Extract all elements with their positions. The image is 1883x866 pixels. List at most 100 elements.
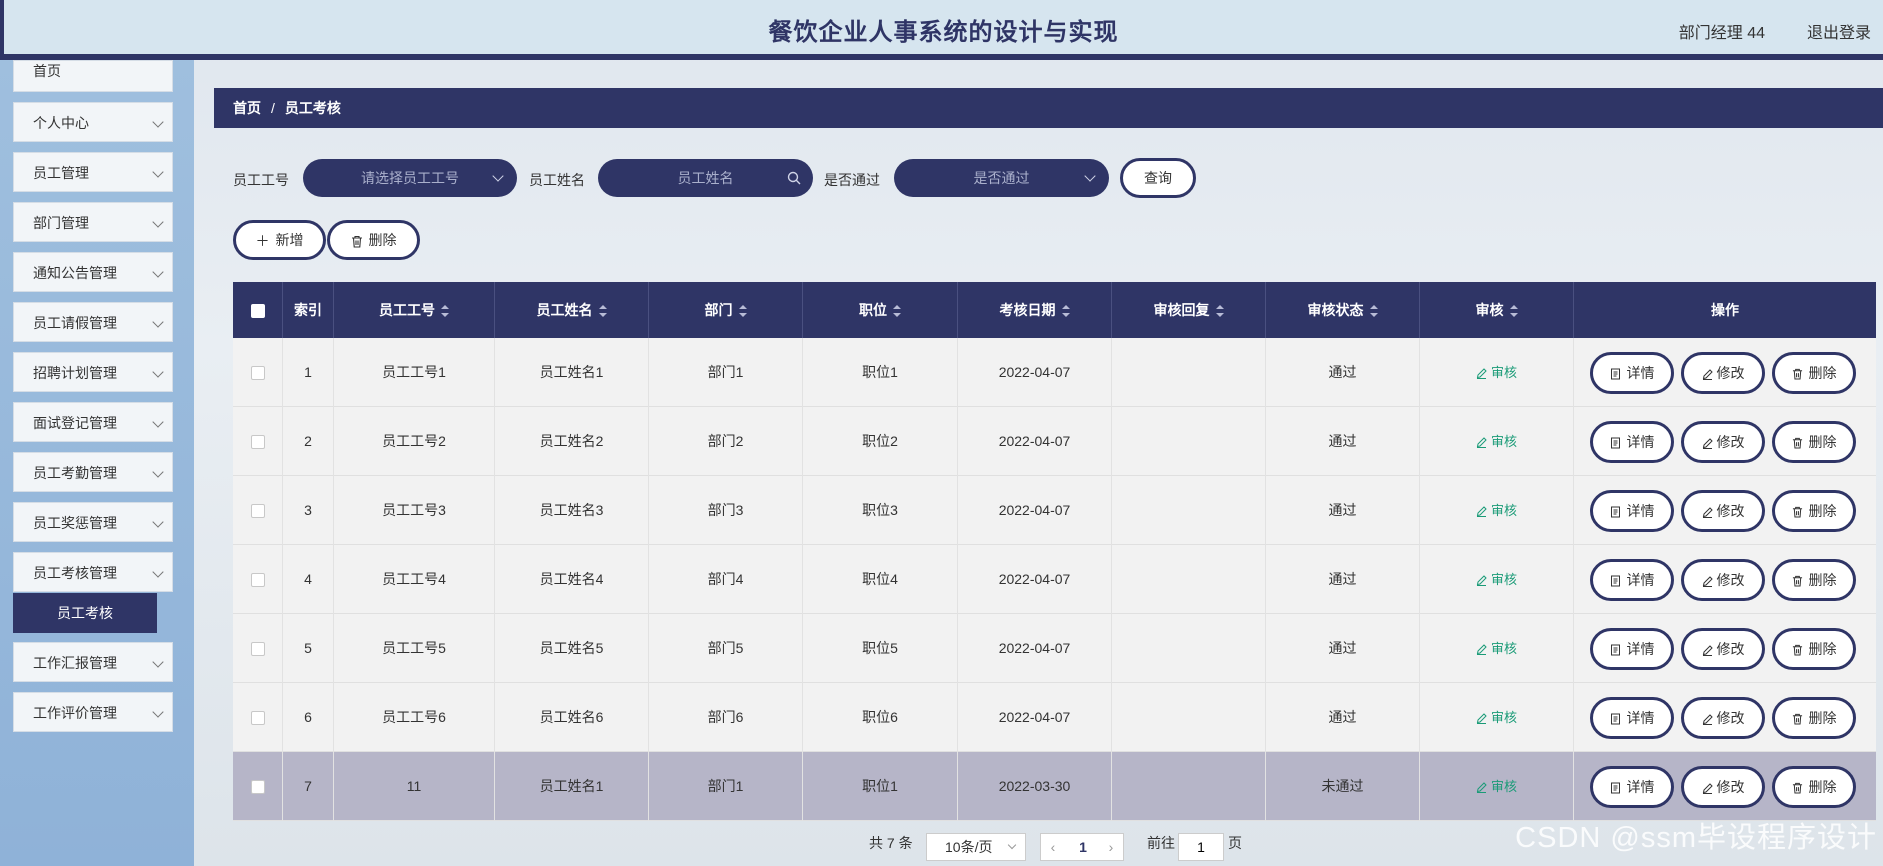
detail-button[interactable]: 详情	[1590, 490, 1674, 532]
row-checkbox[interactable]	[250, 366, 265, 381]
sidebar-item-employees[interactable]: 员工管理	[13, 152, 173, 192]
cell-dept: 部门5	[649, 614, 803, 683]
col-audit[interactable]: 审核	[1420, 282, 1574, 338]
passed-select[interactable]: 是否通过	[894, 159, 1109, 197]
sidebar-item-personal-center[interactable]: 个人中心	[13, 102, 173, 142]
logout-link[interactable]: 退出登录	[1807, 19, 1871, 43]
sidebar-item-interviews[interactable]: 面试登记管理	[13, 402, 173, 442]
sort-icon[interactable]	[1061, 305, 1070, 318]
sidebar-item-work-reports[interactable]: 工作汇报管理	[13, 642, 173, 682]
detail-button[interactable]: 详情	[1590, 559, 1674, 601]
edit-button[interactable]: 修改	[1681, 766, 1765, 808]
prev-page-icon[interactable]: ‹	[1043, 834, 1063, 860]
sidebar-item-label: 通知公告管理	[33, 265, 117, 281]
col-emp-name-label: 员工姓名	[536, 302, 593, 318]
sidebar-item-notices[interactable]: 通知公告管理	[13, 252, 173, 292]
trash-icon	[351, 235, 362, 248]
breadcrumb-home[interactable]: 首页	[233, 100, 261, 116]
cell-position: 职位1	[803, 338, 958, 407]
goto-page-input[interactable]	[1178, 833, 1224, 861]
row-checkbox[interactable]	[250, 642, 265, 657]
detail-button[interactable]: 详情	[1590, 421, 1674, 463]
cell-audit: 审核	[1420, 614, 1574, 683]
audit-link[interactable]: 审核	[1476, 503, 1517, 518]
row-delete-button[interactable]: 删除	[1772, 559, 1856, 601]
audit-link[interactable]: 审核	[1476, 572, 1517, 587]
detail-button[interactable]: 详情	[1590, 766, 1674, 808]
audit-link[interactable]: 审核	[1476, 365, 1517, 380]
audit-link[interactable]: 审核	[1476, 710, 1517, 725]
delete-button[interactable]: 删除	[327, 220, 420, 260]
col-date-label: 考核日期	[999, 302, 1056, 318]
row-delete-button[interactable]: 删除	[1772, 352, 1856, 394]
sort-icon[interactable]	[738, 305, 747, 318]
table-row[interactable]: 7 11 员工姓名1 部门1 职位1 2022-03-30 未通过 审核 详情 修改 删除	[233, 752, 1876, 821]
audit-link[interactable]: 审核	[1476, 434, 1517, 449]
sidebar-item-recruitment[interactable]: 招聘计划管理	[13, 352, 173, 392]
row-delete-button[interactable]: 删除	[1772, 421, 1856, 463]
select-all-checkbox[interactable]	[250, 304, 265, 319]
edit-button[interactable]: 修改	[1681, 628, 1765, 670]
sort-icon[interactable]	[598, 305, 607, 318]
sidebar-item-attendance[interactable]: 员工考勤管理	[13, 452, 173, 492]
query-button[interactable]: 查询	[1120, 158, 1196, 198]
sort-icon[interactable]	[1509, 305, 1518, 318]
row-delete-button[interactable]: 删除	[1772, 766, 1856, 808]
cell-audit: 审核	[1420, 683, 1574, 752]
audit-link[interactable]: 审核	[1476, 779, 1517, 794]
sidebar-item-leave[interactable]: 员工请假管理	[13, 302, 173, 342]
sidebar-item-assessment[interactable]: 员工考核管理	[13, 552, 173, 592]
row-delete-button[interactable]: 删除	[1772, 628, 1856, 670]
col-emp-no[interactable]: 员工工号	[334, 282, 495, 338]
row-checkbox[interactable]	[250, 780, 265, 795]
page-size-select[interactable]: 10条/页	[926, 833, 1026, 861]
col-dept[interactable]: 部门	[649, 282, 803, 338]
table-row[interactable]: 2 员工工号2 员工姓名2 部门2 职位2 2022-04-07 通过 审核 详情 修改 删除	[233, 407, 1876, 476]
row-checkbox[interactable]	[250, 504, 265, 519]
row-checkbox[interactable]	[250, 573, 265, 588]
table-row[interactable]: 4 员工工号4 员工姓名4 部门4 职位4 2022-04-07 通过 审核 详情 修改 删除	[233, 545, 1876, 614]
sidebar-item-work-evaluation[interactable]: 工作评价管理	[13, 692, 173, 732]
col-date[interactable]: 考核日期	[958, 282, 1112, 338]
emp-name-input[interactable]: 员工姓名	[598, 159, 813, 197]
col-emp-name[interactable]: 员工姓名	[495, 282, 649, 338]
col-reply[interactable]: 审核回复	[1112, 282, 1266, 338]
sidebar-item-rewards[interactable]: 员工奖惩管理	[13, 502, 173, 542]
table-row[interactable]: 6 员工工号6 员工姓名6 部门6 职位6 2022-04-07 通过 审核 详情 修改 删除	[233, 683, 1876, 752]
detail-button[interactable]: 详情	[1590, 697, 1674, 739]
current-page[interactable]: 1	[1069, 834, 1097, 860]
add-button[interactable]: ＋ 新增	[233, 220, 326, 260]
edit-button[interactable]: 修改	[1681, 490, 1765, 532]
sort-icon[interactable]	[1215, 305, 1224, 318]
detail-button[interactable]: 详情	[1590, 628, 1674, 670]
sort-icon[interactable]	[441, 305, 449, 318]
edit-button[interactable]: 修改	[1681, 559, 1765, 601]
table-row[interactable]: 3 员工工号3 员工姓名3 部门3 职位3 2022-04-07 通过 审核 详情 修改 删除	[233, 476, 1876, 545]
sidebar-subitem-employee-assessment[interactable]: 员工考核	[13, 593, 157, 633]
trash-icon	[1792, 645, 1802, 656]
col-status[interactable]: 审核状态	[1266, 282, 1420, 338]
col-position[interactable]: 职位	[803, 282, 958, 338]
next-page-icon[interactable]: ›	[1101, 834, 1121, 860]
row-checkbox[interactable]	[250, 711, 265, 726]
sidebar-item-home[interactable]: 首页	[13, 60, 173, 92]
sort-icon[interactable]	[893, 305, 901, 318]
audit-link[interactable]: 审核	[1476, 641, 1517, 656]
edit-button[interactable]: 修改	[1681, 352, 1765, 394]
row-delete-button[interactable]: 删除	[1772, 697, 1856, 739]
row-checkbox[interactable]	[250, 435, 265, 450]
emp-no-select[interactable]: 请选择员工工号	[303, 159, 517, 197]
table-row[interactable]: 1 员工工号1 员工姓名1 部门1 职位1 2022-04-07 通过 审核 详情 修改 删除	[233, 338, 1876, 407]
page-size-value: 10条/页	[945, 839, 993, 855]
row-delete-button[interactable]: 删除	[1772, 490, 1856, 532]
sidebar-item-label: 员工请假管理	[33, 315, 117, 331]
detail-button[interactable]: 详情	[1590, 352, 1674, 394]
edit-button[interactable]: 修改	[1681, 697, 1765, 739]
cell-emp-name: 员工姓名5	[495, 614, 649, 683]
cell-audit: 审核	[1420, 338, 1574, 407]
cell-status: 通过	[1266, 683, 1420, 752]
edit-button[interactable]: 修改	[1681, 421, 1765, 463]
sort-icon[interactable]	[1369, 305, 1378, 318]
sidebar-item-departments[interactable]: 部门管理	[13, 202, 173, 242]
table-row[interactable]: 5 员工工号5 员工姓名5 部门5 职位5 2022-04-07 通过 审核 详情 修改 删除	[233, 614, 1876, 683]
